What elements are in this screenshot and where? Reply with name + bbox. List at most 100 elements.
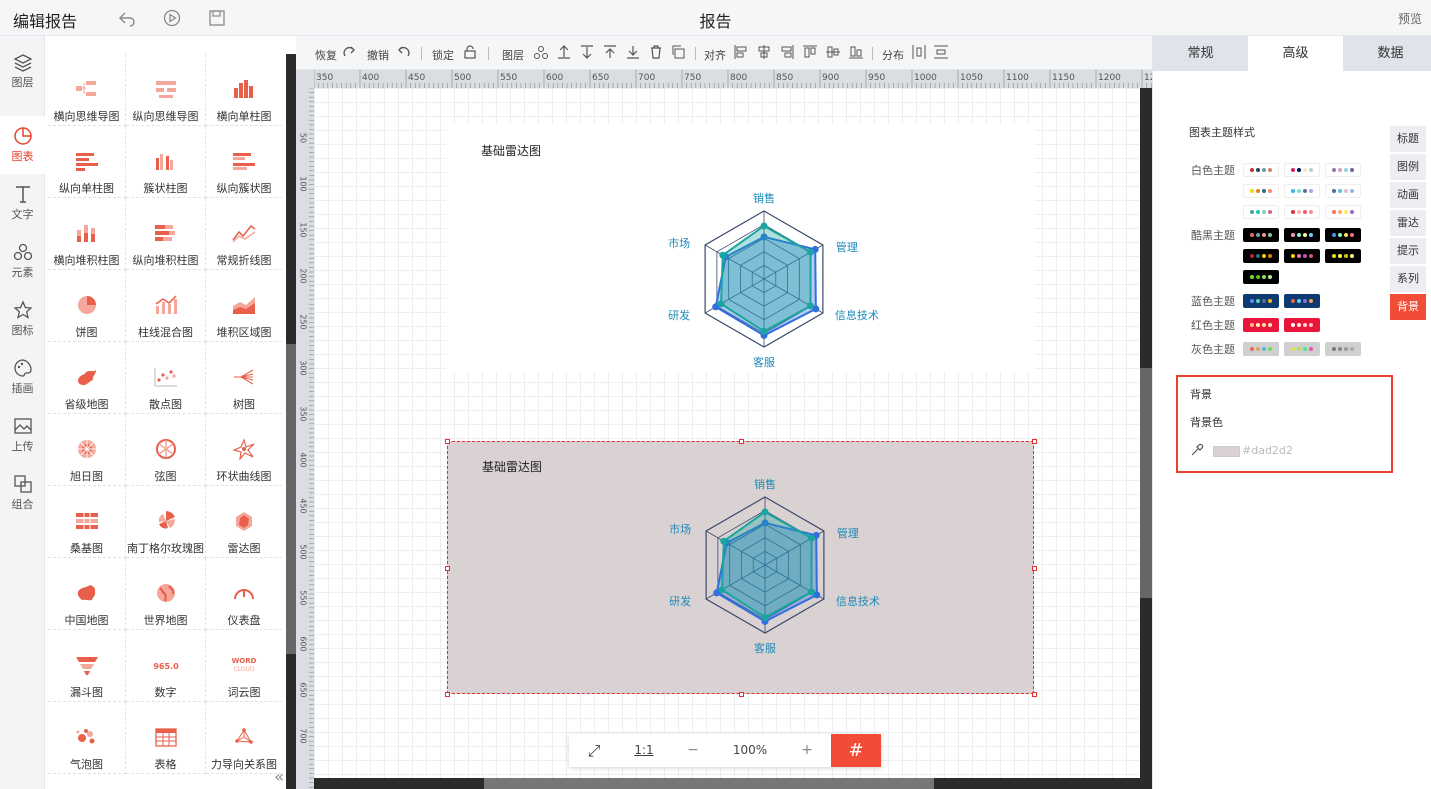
chart-type-bar-h2[interactable]: 纵向簇状图: [206, 126, 282, 198]
nav-pie-chart[interactable]: 图表: [0, 116, 45, 174]
theme-swatch[interactable]: [1243, 249, 1279, 263]
library-scrollbar[interactable]: [286, 54, 296, 789]
chart-type-tree[interactable]: 树图: [206, 342, 282, 414]
chart-type-bar-cluster[interactable]: 簇状柱图: [126, 126, 206, 198]
chart-type-force[interactable]: 力导向关系图: [206, 702, 282, 774]
vtab-legend[interactable]: 图例: [1390, 154, 1426, 180]
chart-type-radar[interactable]: 雷达图: [206, 486, 282, 558]
grid-toggle-button[interactable]: #: [831, 734, 881, 767]
theme-swatch[interactable]: [1243, 163, 1279, 177]
chart-type-bubble[interactable]: 气泡图: [48, 702, 126, 774]
resize-handle[interactable]: [445, 565, 450, 571]
chart-type-bar-stack[interactable]: 横向堆积柱图: [48, 198, 126, 270]
chart-type-map-prov[interactable]: 省级地图: [48, 342, 126, 414]
redo-icon[interactable]: [342, 44, 358, 60]
actual-size-button[interactable]: 1:1: [619, 734, 669, 767]
theme-swatch[interactable]: [1325, 249, 1361, 263]
undo-icon-small[interactable]: [395, 44, 411, 60]
theme-swatch[interactable]: [1284, 205, 1320, 219]
play-icon[interactable]: [163, 9, 181, 27]
distribute-v-icon[interactable]: [933, 44, 949, 60]
resize-handle[interactable]: [1032, 439, 1037, 444]
resize-handle[interactable]: [1032, 692, 1037, 697]
nav-image-upload[interactable]: 上传: [0, 412, 45, 470]
chart-type-bar-stack-h[interactable]: 纵向堆积柱图: [126, 198, 206, 270]
chart-type-sankey[interactable]: 桑基图: [48, 486, 126, 558]
distribute-h-icon[interactable]: [911, 44, 927, 60]
align-bottom-icon[interactable]: [848, 44, 864, 60]
theme-swatch[interactable]: [1243, 205, 1279, 219]
chart-type-bar-v[interactable]: 横向单柱图: [206, 54, 282, 126]
canvas-h-scroll-thumb[interactable]: [484, 778, 934, 789]
fit-screen-button[interactable]: ⤢: [569, 734, 619, 767]
theme-swatch[interactable]: [1284, 318, 1320, 332]
radar-chart-widget-selected[interactable]: 基础雷达图 销售 管理 信息技术 客服 研发 市场: [445, 439, 1037, 697]
theme-swatch[interactable]: [1243, 184, 1279, 198]
resize-handle[interactable]: [738, 692, 744, 697]
theme-swatch[interactable]: [1243, 342, 1279, 356]
theme-swatch[interactable]: [1325, 184, 1361, 198]
chart-type-chord[interactable]: 弦图: [126, 414, 206, 486]
preview-button[interactable]: 预览: [1398, 10, 1422, 27]
tab-advanced[interactable]: 高级: [1248, 36, 1343, 71]
align-center-icon[interactable]: [756, 44, 772, 60]
nav-layers[interactable]: 图层: [0, 48, 45, 106]
theme-swatch[interactable]: [1325, 205, 1361, 219]
theme-swatch[interactable]: [1243, 228, 1279, 242]
save-icon[interactable]: [208, 9, 226, 27]
theme-swatch[interactable]: [1284, 184, 1320, 198]
vtab-radar[interactable]: 雷达: [1390, 210, 1426, 236]
chart-type-gauge[interactable]: 仪表盘: [206, 558, 282, 630]
vtab-series[interactable]: 系列: [1390, 266, 1426, 292]
align-left-icon[interactable]: [733, 44, 749, 60]
redo-button[interactable]: 恢复: [315, 47, 337, 63]
chart-type-ring[interactable]: 环状曲线图: [206, 414, 282, 486]
layer-group-icon[interactable]: [533, 44, 549, 60]
tab-general[interactable]: 常规: [1153, 36, 1248, 71]
chart-type-scatter[interactable]: 散点图: [126, 342, 206, 414]
chart-type-area[interactable]: 堆积区域图: [206, 270, 282, 342]
canvas-h-scrollbar[interactable]: [314, 778, 1140, 789]
chart-type-number[interactable]: (965.0) 数字: [126, 630, 206, 702]
bring-top-icon[interactable]: [602, 44, 618, 60]
chart-type-pie[interactable]: 饼图: [48, 270, 126, 342]
send-down-icon[interactable]: [579, 44, 595, 60]
send-bottom-icon[interactable]: [625, 44, 641, 60]
theme-swatch[interactable]: [1284, 228, 1320, 242]
align-right-icon[interactable]: [779, 44, 795, 60]
undo-button[interactable]: 撤销: [367, 47, 389, 63]
align-middle-icon[interactable]: [825, 44, 841, 60]
undo-icon[interactable]: [118, 9, 136, 27]
nav-palette[interactable]: 插画: [0, 354, 45, 412]
chart-type-sunburst[interactable]: 旭日图: [48, 414, 126, 486]
chart-type-wordcloud[interactable]: WORD CLOUD 词云图: [206, 630, 282, 702]
nav-elements[interactable]: 元素: [0, 238, 45, 296]
theme-swatch[interactable]: [1325, 342, 1361, 356]
chart-type-rose[interactable]: 南丁格尔玫瑰图: [126, 486, 206, 558]
nav-text[interactable]: 文字: [0, 180, 45, 238]
design-canvas[interactable]: 基础雷达图 销售 管理 信息技术 客服 研发 市场 基础雷达图 销售 管理 信息技术 客服 研发市…: [314, 88, 1140, 778]
delete-icon[interactable]: [648, 44, 664, 60]
resize-handle[interactable]: [445, 439, 450, 444]
nav-group[interactable]: 组合: [0, 470, 45, 528]
canvas-v-scroll-thumb[interactable]: [1140, 368, 1152, 598]
nav-star[interactable]: 图标: [0, 296, 45, 354]
vtab-tooltip[interactable]: 提示: [1390, 238, 1426, 264]
resize-handle[interactable]: [1032, 565, 1037, 571]
theme-swatch[interactable]: [1284, 294, 1320, 308]
eyedropper-icon[interactable]: [1190, 443, 1204, 457]
background-color-swatch[interactable]: [1213, 446, 1240, 457]
vtab-title[interactable]: 标题: [1390, 126, 1426, 152]
theme-swatch[interactable]: [1284, 342, 1320, 356]
bring-up-icon[interactable]: [556, 44, 572, 60]
theme-swatch[interactable]: [1284, 249, 1320, 263]
chart-type-mindmap-v[interactable]: 纵向思维导图: [126, 54, 206, 126]
canvas-v-scrollbar[interactable]: [1140, 88, 1152, 789]
theme-swatch[interactable]: [1284, 163, 1320, 177]
lock-icon[interactable]: [462, 44, 478, 60]
chart-type-globe[interactable]: 世界地图: [126, 558, 206, 630]
chart-type-map-china[interactable]: 中国地图: [48, 558, 126, 630]
zoom-in-button[interactable]: +: [783, 734, 831, 767]
chart-type-funnel[interactable]: 漏斗图: [48, 630, 126, 702]
chart-type-line[interactable]: 常规折线图: [206, 198, 282, 270]
